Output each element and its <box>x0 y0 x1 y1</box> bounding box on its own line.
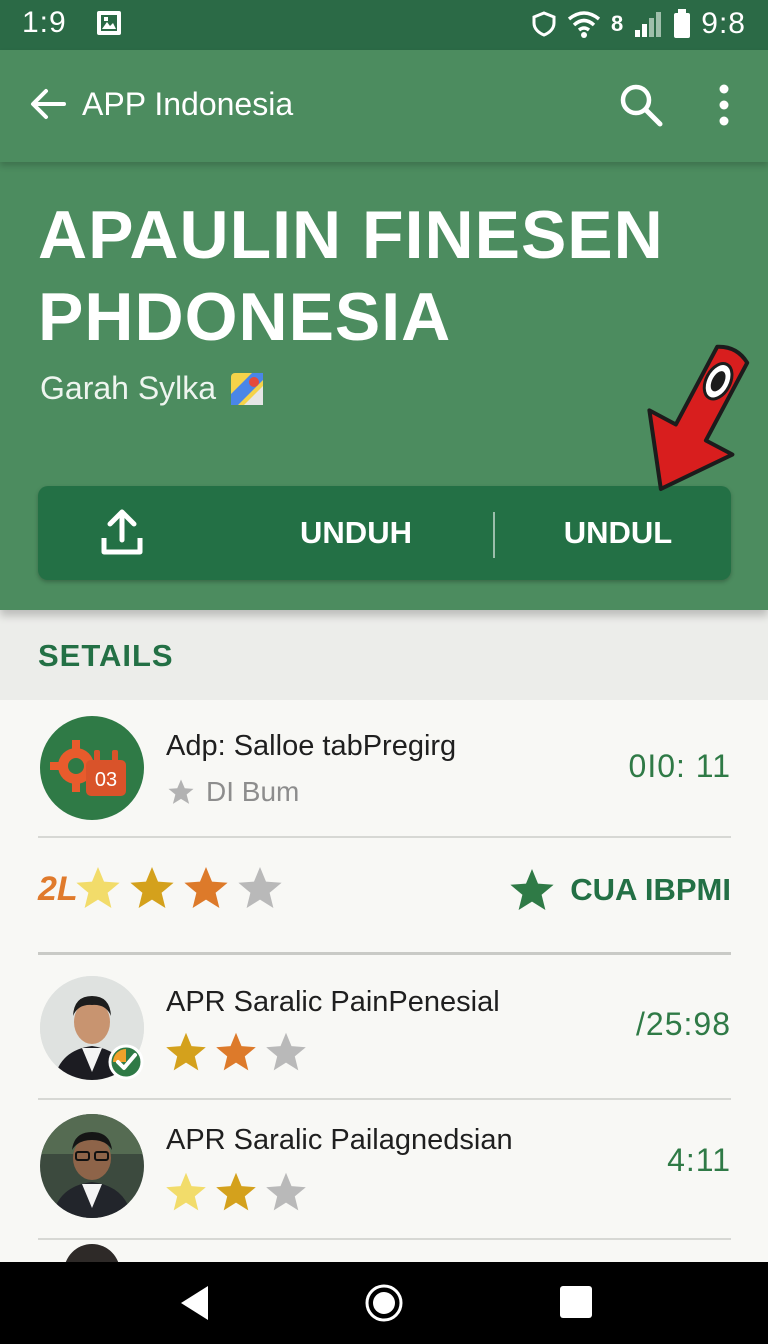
list-item-title: APR Saralic PainPenesial <box>166 986 500 1018</box>
app-bar-title: APP Indonesia <box>82 86 294 122</box>
hero-headline: APAULIN FINESEN PHDONESIA <box>38 197 664 355</box>
status-icons: 8 9:8 <box>531 6 746 42</box>
nav-back-icon[interactable] <box>178 1284 212 1322</box>
star-icon <box>76 867 120 908</box>
star-empty-icon <box>266 1172 306 1211</box>
more-vert-icon[interactable] <box>706 80 742 130</box>
list-item-partial[interactable] <box>38 1244 731 1262</box>
star-icon <box>184 867 228 908</box>
list-item-stars <box>164 1030 308 1074</box>
maps-icon <box>231 372 264 405</box>
row-divider <box>38 952 731 955</box>
section-header: SETAILS <box>0 610 768 700</box>
search-icon[interactable] <box>616 80 666 130</box>
star-icon <box>216 1172 256 1211</box>
star-empty-icon <box>266 1032 306 1071</box>
app-row-value: 0I0: 11 <box>628 748 731 784</box>
star-icon <box>510 869 554 910</box>
app-row[interactable]: 03 Adp: Salloe tabPregirg DI Bum 0I0: 11 <box>38 700 731 840</box>
list-item-value: /25:98 <box>636 1006 731 1042</box>
verified-badge-icon <box>108 1044 144 1080</box>
red-arrow-pointer-icon <box>647 344 750 491</box>
star-icon <box>216 1032 256 1071</box>
list-item-title: APR Saralic Pailagnedsian <box>166 1124 513 1156</box>
list-item[interactable]: APR Saralic PainPenesial /25:98 <box>38 956 731 1100</box>
unduh-button[interactable]: UNDUH <box>268 486 444 580</box>
upload-icon[interactable] <box>100 508 144 558</box>
rating-badge-text: CUA IBPMI <box>570 872 731 907</box>
nav-home-icon[interactable] <box>364 1283 404 1323</box>
app-bar: APP Indonesia <box>0 50 768 162</box>
back-arrow-icon[interactable] <box>28 84 68 124</box>
status-time-left: 1:9 <box>22 6 67 39</box>
list-item[interactable]: APR Saralic Pailagnedsian 4:11 <box>38 1100 731 1240</box>
wifi-icon <box>567 11 601 38</box>
rating-badge[interactable]: CUA IBPMI <box>508 866 731 914</box>
app-gear-icon: 03 <box>40 716 144 820</box>
action-divider <box>493 512 495 558</box>
status-bar: 1:9 8 9:8 <box>0 0 768 50</box>
hero-subtitle: Garah Sylka <box>40 370 217 406</box>
app-row-title: Adp: Salloe tabPregirg <box>166 730 457 762</box>
app-icon-badge: 03 <box>95 769 117 791</box>
avatar <box>40 1114 144 1218</box>
list-item-value: 4:11 <box>667 1142 731 1178</box>
app-row-subtitle-row: DI Bum <box>166 776 299 808</box>
system-nav-bar <box>0 1262 768 1344</box>
star-outline-icon <box>168 779 194 804</box>
star-icon <box>130 867 174 908</box>
star-icon <box>166 1032 206 1071</box>
rating-row[interactable]: 2L CUA IBPMI <box>38 838 731 955</box>
star-empty-icon <box>238 867 282 908</box>
hero-subtitle-row: Garah Sylka <box>40 370 264 407</box>
status-time-right: 9:8 <box>701 7 746 40</box>
image-icon <box>97 11 121 35</box>
section-label: SETAILS <box>38 638 174 673</box>
signal-icon <box>635 12 662 37</box>
carrier-label: 8 <box>611 11 624 36</box>
rating-stars <box>74 864 284 912</box>
star-icon <box>166 1172 206 1211</box>
action-bar: UNDUH UNDUL <box>38 486 731 580</box>
row-divider <box>38 1238 731 1240</box>
avatar <box>64 1244 120 1262</box>
app-row-subtitle: DI Bum <box>206 776 300 807</box>
list-item-stars <box>164 1170 308 1214</box>
rating-prefix: 2L <box>38 870 78 908</box>
battery-icon <box>674 9 691 38</box>
nav-recents-icon[interactable] <box>560 1286 592 1318</box>
details-list: 03 Adp: Salloe tabPregirg DI Bum 0I0: 11… <box>0 700 768 1262</box>
shield-icon <box>532 11 556 37</box>
